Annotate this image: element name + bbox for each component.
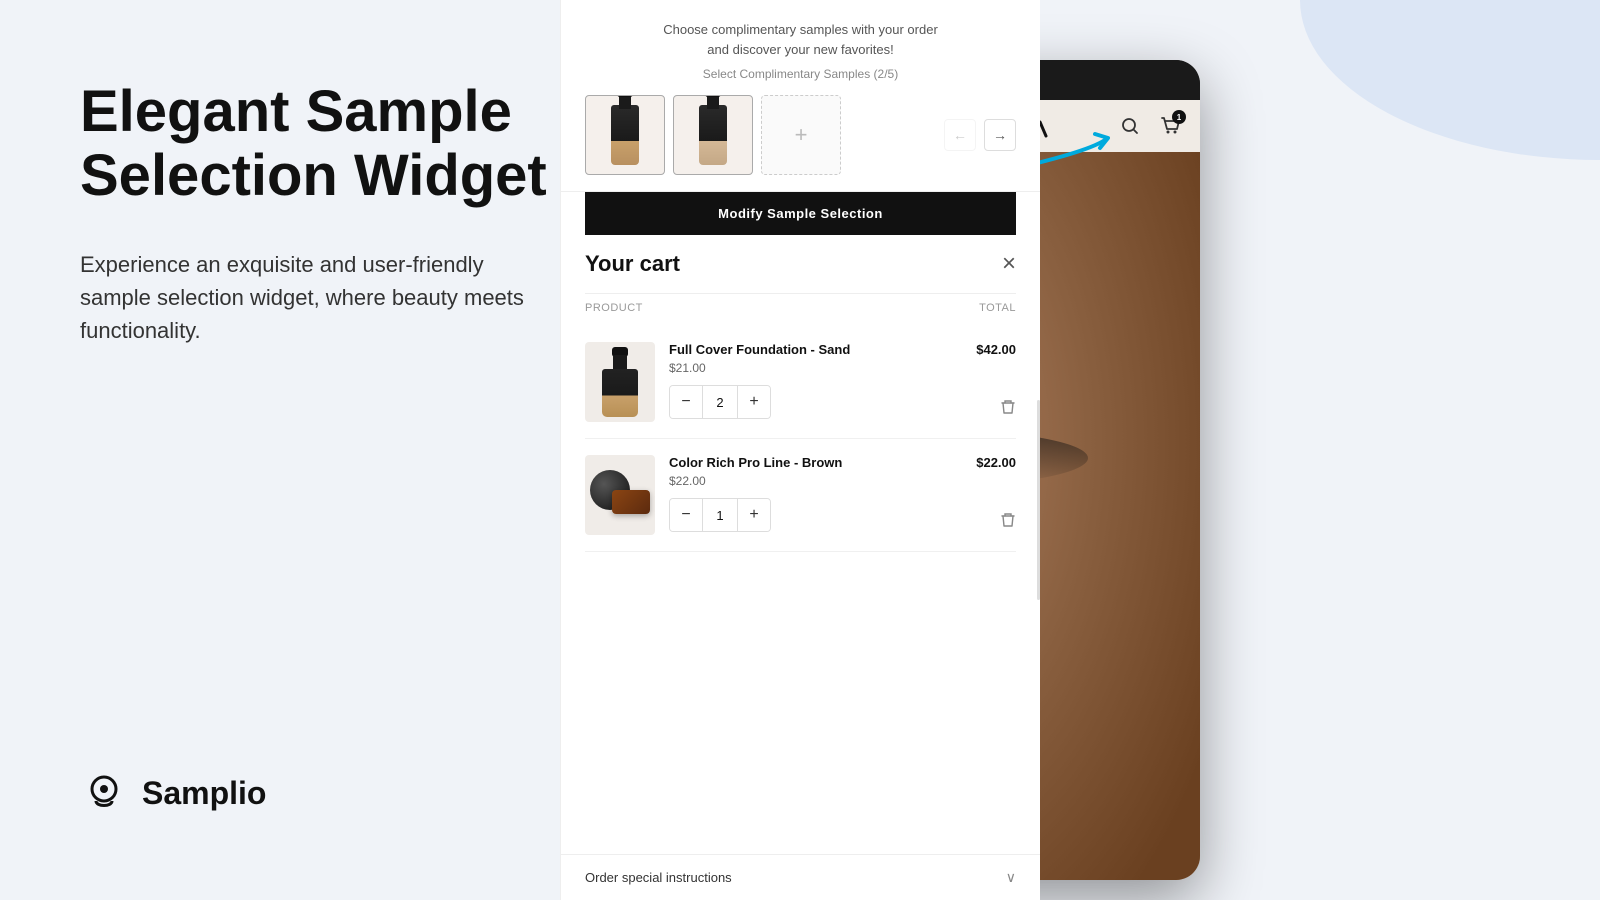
chevron-down-icon: ∨ (1006, 869, 1016, 886)
modify-sample-selection-button[interactable]: Modify Sample Selection (585, 192, 1016, 235)
item-details-2: Color Rich Pro Line - Brown $22.00 − + (669, 455, 1016, 532)
item-total-2: $22.00 (976, 455, 1016, 470)
qty-control-1: − + (669, 385, 771, 419)
product-col-label: PRODUCT (585, 302, 643, 314)
sample-add-slot[interactable]: + (761, 95, 841, 175)
item-details-1: Full Cover Foundation - Sand $21.00 − + (669, 342, 1016, 419)
item-total-1: $42.00 (976, 342, 1016, 357)
samples-section: Choose complimentary samples with your o… (561, 0, 1040, 192)
sample-prev-btn[interactable]: ← (944, 119, 976, 151)
cart-item-2: Color Rich Pro Line - Brown $22.00 − + $… (585, 439, 1016, 552)
instructions-label: Order special instructions (585, 870, 732, 885)
samples-header-text: Choose complimentary samples with your o… (585, 20, 1016, 59)
left-panel: Elegant Sample Selection Widget Experien… (0, 0, 640, 900)
total-col-label: TOTAL (979, 302, 1016, 314)
cart-item-1: Full Cover Foundation - Sand $21.00 − + … (585, 326, 1016, 439)
main-title: Elegant Sample Selection Widget (80, 80, 560, 208)
item-name-2: Color Rich Pro Line - Brown (669, 455, 1016, 470)
cart-title: Your cart (585, 251, 680, 277)
sample-thumb-2[interactable] (673, 95, 753, 175)
delete-item-1[interactable] (1000, 399, 1016, 418)
left-content: Elegant Sample Selection Widget Experien… (80, 80, 560, 767)
qty-increase-2[interactable]: + (738, 499, 770, 531)
item-name-1: Full Cover Foundation - Sand (669, 342, 1016, 357)
sample-next-btn[interactable]: → (984, 119, 1016, 151)
qty-decrease-2[interactable]: − (670, 499, 702, 531)
logo-area: Samplio (80, 767, 560, 820)
item-price-1: $21.00 (669, 361, 1016, 375)
add-icon: + (795, 122, 808, 148)
sample-thumb-1[interactable] (585, 95, 665, 175)
subtitle: Experience an exquisite and user-friendl… (80, 248, 560, 347)
samples-count: Select Complimentary Samples (2/5) (585, 67, 1016, 81)
cart-badge: 1 (1172, 110, 1186, 124)
item-image-1 (585, 342, 655, 422)
scrollbar[interactable] (1037, 400, 1040, 600)
cart-columns-header: PRODUCT TOTAL (585, 293, 1016, 314)
bottle-light-icon (699, 105, 727, 165)
samples-row: + ← → (585, 95, 1016, 175)
qty-decrease-1[interactable]: − (670, 386, 702, 418)
order-instructions[interactable]: Order special instructions ∨ (561, 854, 1040, 900)
qty-value-2[interactable] (702, 499, 738, 531)
qty-value-1[interactable] (702, 386, 738, 418)
cart-panel: Choose complimentary samples with your o… (560, 0, 1040, 900)
search-icon[interactable] (1116, 112, 1144, 140)
qty-increase-1[interactable]: + (738, 386, 770, 418)
item-price-2: $22.00 (669, 474, 1016, 488)
bottle-dark-icon (611, 105, 639, 165)
qty-control-2: − + (669, 498, 771, 532)
cart-body: Your cart × PRODUCT TOTAL Full Cover Fou… (561, 235, 1040, 568)
delete-item-2[interactable] (1000, 512, 1016, 531)
close-cart-button[interactable]: × (1002, 252, 1016, 276)
cart-icon[interactable]: 1 (1156, 112, 1184, 140)
logo-text: Samplio (142, 775, 266, 812)
item-image-2 (585, 455, 655, 535)
samplio-logo-icon (80, 767, 128, 820)
cart-title-row: Your cart × (585, 251, 1016, 277)
